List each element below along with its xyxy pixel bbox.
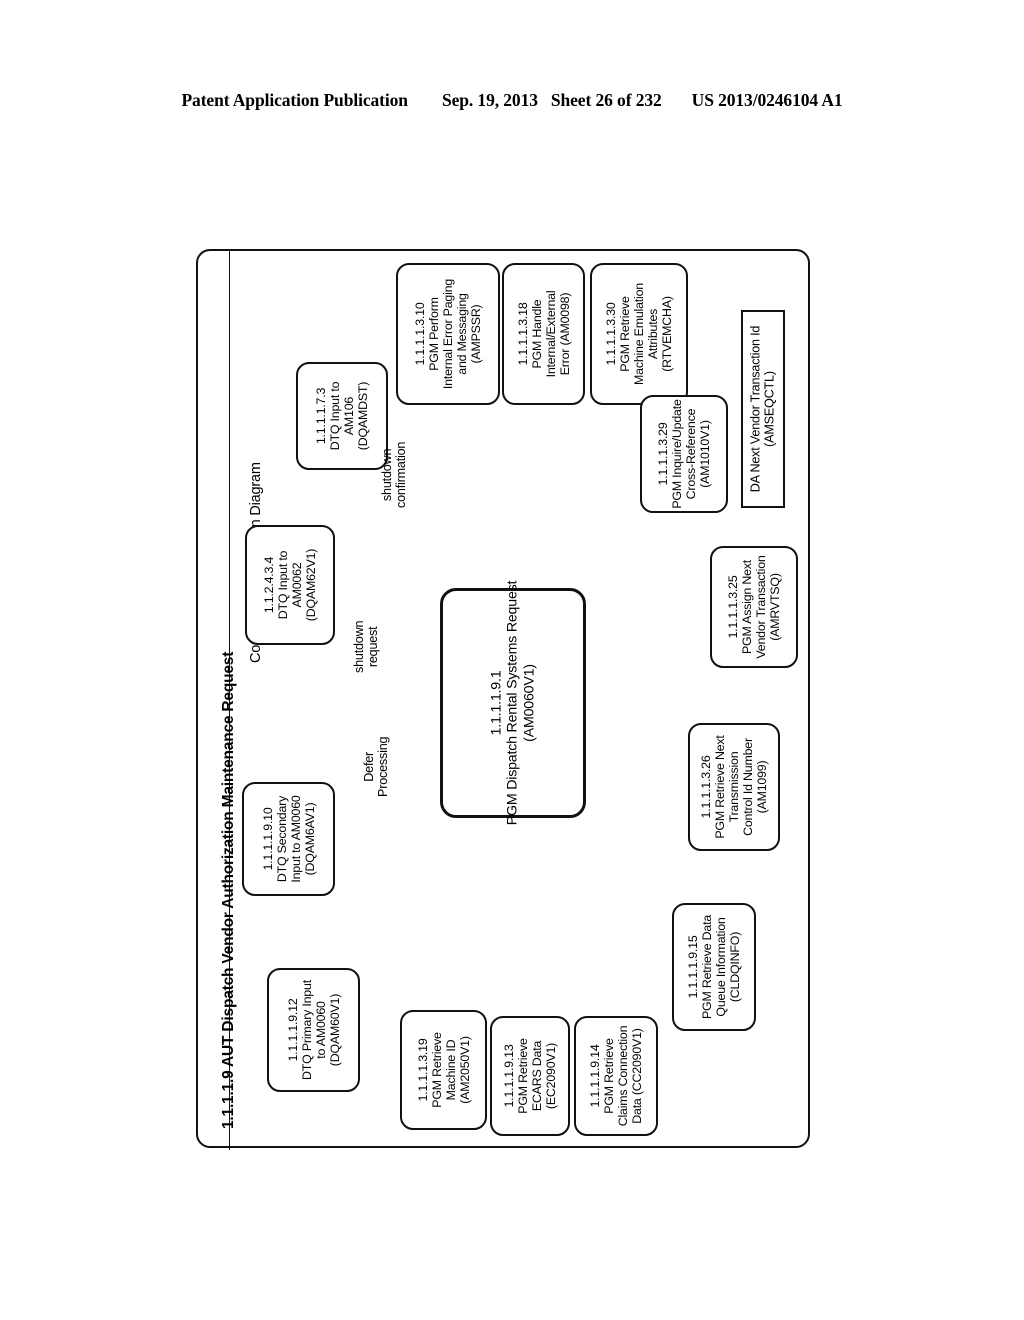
patent-number: US 2013/0246104 A1 [691,89,843,110]
page-header: Patent Application Publication Sep. 19, … [0,84,1024,116]
edge-label-shutdown-request: shutdown request [352,620,381,673]
node-dtq-primary-am0060[interactable]: 1.1.1.1.9.12 DTQ Primary Input to AM0060… [267,968,360,1092]
node-pgm-retrieve-ecars[interactable]: 1.1.1.1.9.13 PGM Retrieve ECARS Data (EC… [490,1016,570,1136]
edge-label-defer-processing: Defer Processing [362,736,391,797]
datastore-da-next-vendor-transaction-id[interactable]: DA Next Vendor Transaction Id (AMSEQCTL) [741,310,785,508]
node-label: 1.1.1.1.3.30 PGM Retrieve Machine Emulat… [603,283,675,385]
node-pgm-handle-error[interactable]: 1.1.1.1.3.18 PGM Handle Internal/Externa… [502,263,585,405]
node-label: 1.1.1.1.3.25 PGM Assign Next Vendor Tran… [725,555,783,659]
node-dtq-secondary-am0060[interactable]: 1.1.1.1.9.10 DTQ Secondary Input to AM00… [242,782,335,896]
publication-label: Patent Application Publication [181,89,408,110]
node-label: 1.1.1.1.9.10 DTQ Secondary Input to AM00… [260,795,317,883]
node-label: 1.1.1.1.9.13 PGM Retrieve ECARS Data (EC… [501,1038,559,1114]
node-label: 1.1.1.1.3.19 PGM Retrieve Machine ID (AM… [415,1032,472,1108]
node-label: 1.1.1.1.9.1 PGM Dispatch Rental Systems … [488,580,538,826]
node-pgm-retrieve-data-queue[interactable]: 1.1.1.1.9.15 PGM Retrieve Data Queue Inf… [672,903,756,1031]
node-label: 1.1.1.1.7.3 DTQ Input to AM106 (DQAMDST) [313,381,371,451]
node-pgm-cross-reference[interactable]: 1.1.1.1.3.29 PGM Inquire/Update Cross-Re… [640,395,728,513]
node-label: 1.1.1.1.9.15 PGM Retrieve Data Queue Inf… [685,914,743,1020]
node-pgm-machine-emulation[interactable]: 1.1.1.1.3.30 PGM Retrieve Machine Emulat… [590,263,688,405]
edge-label-shutdown-confirmation: shutdown confirmation [380,441,409,508]
node-pgm-retrieve-next-transmission[interactable]: 1.1.1.1.3.26 PGM Retrieve Next Transmiss… [688,723,780,851]
node-label: 1.1.1.1.9.14 PGM Retrieve Claims Connect… [587,1025,645,1127]
datastore-label: DA Next Vendor Transaction Id (AMSEQCTL) [748,325,777,493]
node-pgm-retrieve-machine-id[interactable]: 1.1.1.1.3.19 PGM Retrieve Machine ID (AM… [400,1010,487,1130]
node-pgm-assign-vendor-transaction[interactable]: 1.1.1.1.3.25 PGM Assign Next Vendor Tran… [710,546,798,668]
node-label: 1.1.2.4.3.4 DTQ Input to AM0062 (DQAM62V… [261,548,319,622]
node-pgm-internal-error-paging[interactable]: 1.1.1.1.3.10 PGM Perform Internal Error … [396,263,500,405]
node-label: 1.1.1.1.9.12 DTQ Primary Input to AM0060… [285,980,342,1080]
node-central-dispatch-rental-systems-request[interactable]: 1.1.1.1.9.1 PGM Dispatch Rental Systems … [440,581,586,825]
publication-date: Sep. 19, 2013 [441,89,538,110]
node-dtq-input-am106[interactable]: 1.1.1.1.7.3 DTQ Input to AM106 (DQAMDST) [296,362,388,470]
node-label: 1.1.1.1.3.10 PGM Perform Internal Error … [412,278,484,390]
node-label: 1.1.1.1.3.18 PGM Handle Internal/Externa… [515,290,572,378]
node-label: 1.1.1.1.3.29 PGM Inquire/Update Cross-Re… [655,399,713,509]
node-pgm-retrieve-claims[interactable]: 1.1.1.1.9.14 PGM Retrieve Claims Connect… [574,1016,658,1136]
node-dtq-input-am0062[interactable]: 1.1.2.4.3.4 DTQ Input to AM0062 (DQAM62V… [245,525,335,645]
sheet-number: Sheet 26 of 232 [550,89,662,110]
diagram-title: 1.1.1.1.9 AUT Dispatch Vendor Authorizat… [220,651,237,1129]
node-label: 1.1.1.1.3.26 PGM Retrieve Next Transmiss… [698,735,770,839]
